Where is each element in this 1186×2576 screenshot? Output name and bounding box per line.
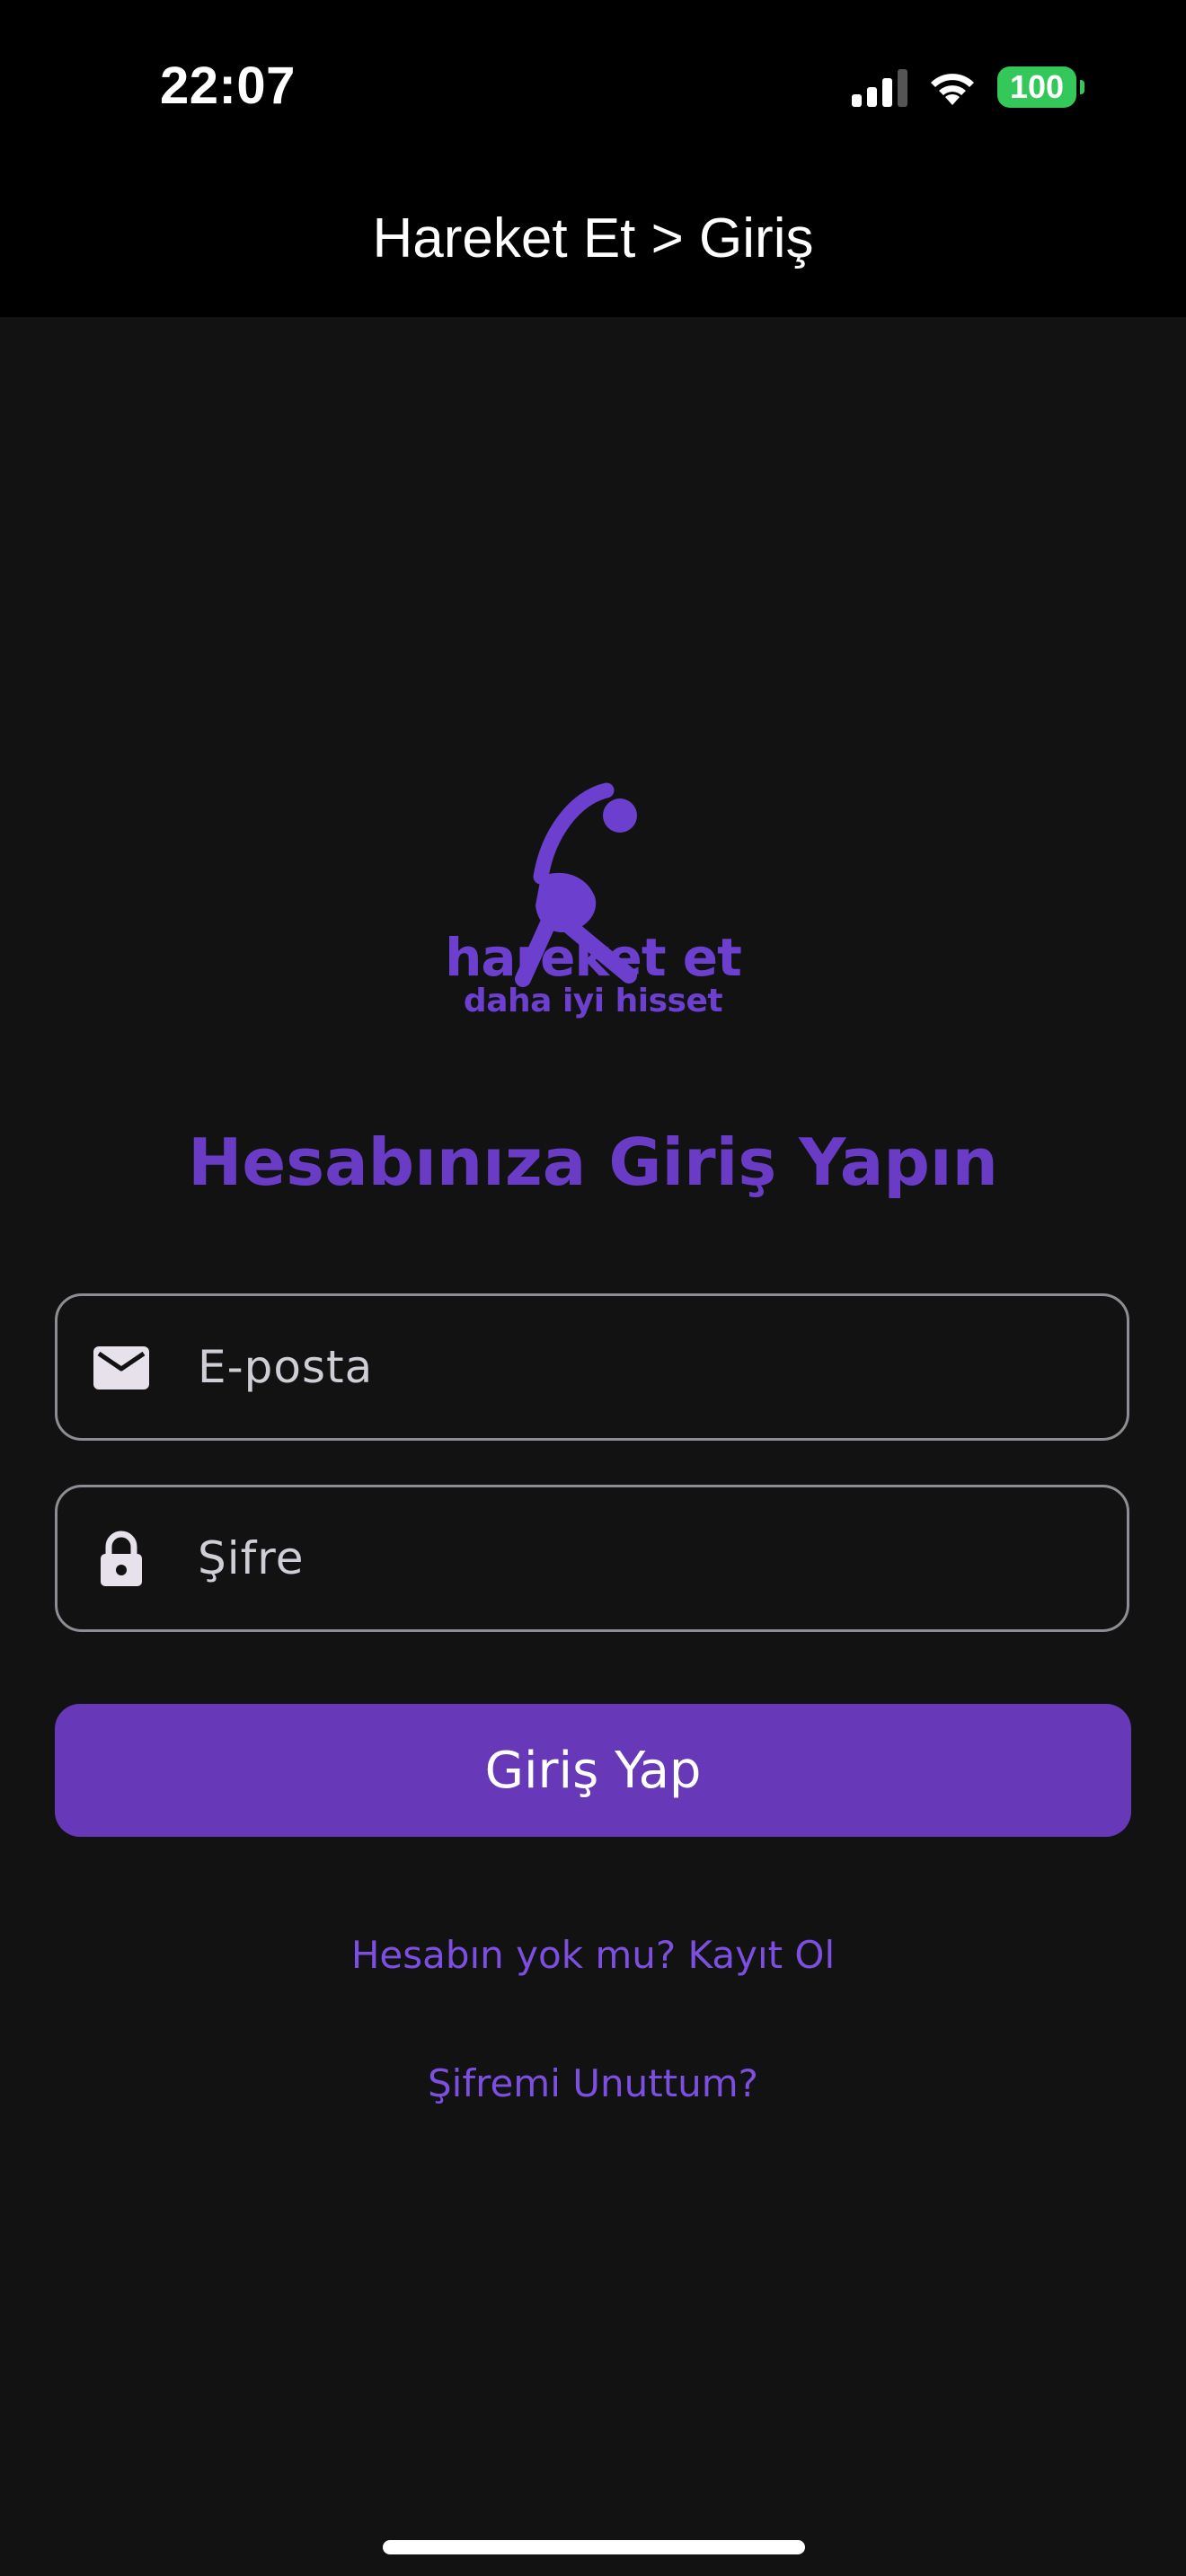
password-field[interactable] xyxy=(55,1485,1129,1632)
lock-icon xyxy=(101,1531,142,1586)
status-indicators: 100 xyxy=(852,61,1084,113)
email-field[interactable] xyxy=(55,1293,1129,1441)
logo-wordmark: hareket et xyxy=(445,927,742,988)
page-title: Hareket Et > Giriş xyxy=(372,207,814,269)
wifi-icon xyxy=(931,74,974,105)
mail-icon xyxy=(93,1346,149,1389)
email-input[interactable] xyxy=(198,1296,1078,1438)
forgot-password-link[interactable]: Şifremi Unuttum? xyxy=(0,2061,1186,2105)
login-button[interactable]: Giriş Yap xyxy=(55,1704,1131,1837)
register-link[interactable]: Hesabın yok mu? Kayıt Ol xyxy=(0,1933,1186,1977)
top-bar: 22:07 100 Hareket Et > Giriş xyxy=(0,0,1186,317)
logo-tagline: daha iyi hisset xyxy=(463,983,723,1019)
password-input[interactable] xyxy=(198,1487,1078,1629)
cellular-signal-icon xyxy=(852,67,907,107)
home-indicator[interactable] xyxy=(383,2540,805,2554)
battery-level: 100 xyxy=(1009,68,1065,105)
battery-icon: 100 xyxy=(997,66,1084,108)
status-time: 22:07 xyxy=(160,57,296,115)
login-heading: Hesabınıza Giriş Yapın xyxy=(188,1125,998,1200)
